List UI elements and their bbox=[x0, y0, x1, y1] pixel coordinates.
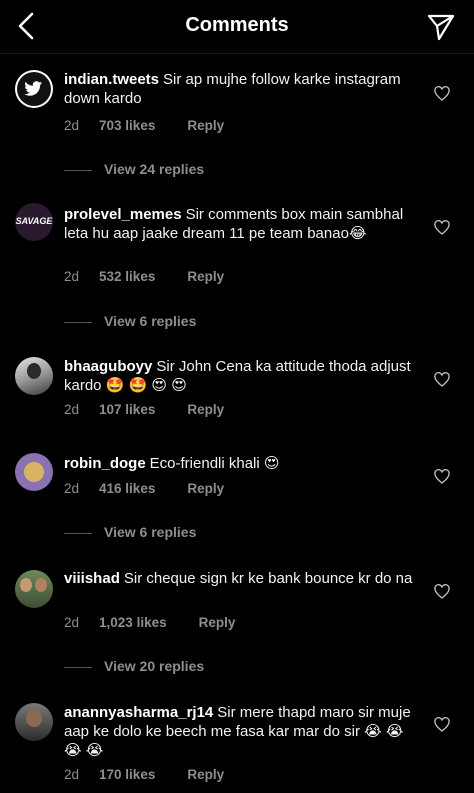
like-count[interactable]: 107 likes bbox=[99, 402, 155, 417]
avatar-logo-text: SAVAGE bbox=[15, 216, 53, 226]
like-heart-icon[interactable] bbox=[434, 220, 450, 236]
comment-text: viiishad Sir cheque sign kr ke bank bounc… bbox=[64, 569, 419, 588]
like-count[interactable]: 416 likes bbox=[99, 481, 155, 496]
view-replies-label: View 6 replies bbox=[104, 524, 197, 540]
avatar-figure bbox=[27, 363, 41, 379]
comment-age: 2d bbox=[64, 402, 80, 417]
like-count[interactable]: 1,023 likes bbox=[99, 615, 167, 630]
comment-text: bhaaguboyy Sir John Cena ka attitude thod… bbox=[64, 357, 419, 395]
comment-emojis: 😍 bbox=[263, 455, 280, 472]
doge-avatar[interactable] bbox=[15, 453, 53, 491]
like-count[interactable]: 703 likes bbox=[99, 118, 155, 133]
divider bbox=[64, 321, 92, 323]
view-replies-label: View 24 replies bbox=[104, 161, 205, 177]
comment-age: 2d bbox=[64, 118, 80, 133]
view-replies-button[interactable]: View 20 replies bbox=[64, 658, 204, 674]
view-replies-button[interactable]: View 6 replies bbox=[64, 313, 196, 329]
comment-body: Eco-friendli khali bbox=[149, 455, 260, 472]
avatar-figure bbox=[26, 709, 42, 727]
avatar-figure bbox=[24, 462, 44, 482]
view-replies-label: View 20 replies bbox=[104, 658, 205, 674]
savage-logo-avatar[interactable]: SAVAGE bbox=[15, 203, 53, 241]
comment-emojis: 😂 bbox=[348, 225, 367, 242]
reply-button[interactable]: Reply bbox=[187, 481, 224, 496]
comment-text: robin_doge Eco-friendli khali 😍 bbox=[64, 454, 419, 473]
comment-username[interactable]: prolevel_memes bbox=[64, 206, 182, 223]
header: Comments bbox=[0, 0, 474, 54]
comment-username[interactable]: indian.tweets bbox=[64, 71, 159, 88]
like-heart-icon[interactable] bbox=[434, 717, 450, 733]
comment-text: anannyasharma_rj14 Sir mere thapd maro si… bbox=[64, 703, 419, 760]
comment-text: indian.tweets Sir ap mujhe follow karke i… bbox=[64, 70, 419, 108]
divider bbox=[64, 532, 92, 534]
reply-button[interactable]: Reply bbox=[187, 118, 224, 133]
comment-username[interactable]: viiishad bbox=[64, 570, 120, 587]
comment-meta: 2d 1,023 likes Reply bbox=[64, 615, 267, 630]
comment-emojis: 🤩 🤩 😍 😍 bbox=[105, 377, 187, 394]
avatar-figure bbox=[35, 578, 47, 592]
comment-age: 2d bbox=[64, 767, 80, 782]
comment-meta: 2d 170 likes Reply bbox=[64, 767, 256, 782]
comment-age: 2d bbox=[64, 615, 80, 630]
comment-body: Sir cheque sign kr ke bank bounce kr do … bbox=[123, 570, 413, 587]
photo-avatar[interactable] bbox=[15, 570, 53, 608]
view-replies-button[interactable]: View 6 replies bbox=[64, 524, 196, 540]
reply-button[interactable]: Reply bbox=[187, 269, 224, 284]
reply-button[interactable]: Reply bbox=[187, 402, 224, 417]
like-heart-icon[interactable] bbox=[434, 469, 450, 485]
like-count[interactable]: 532 likes bbox=[99, 269, 155, 284]
divider bbox=[64, 666, 92, 668]
twitter-bird-avatar[interactable] bbox=[15, 70, 53, 108]
like-heart-icon[interactable] bbox=[434, 584, 450, 600]
send-icon[interactable] bbox=[426, 12, 456, 42]
like-heart-icon[interactable] bbox=[434, 372, 450, 388]
comment-meta: 2d 703 likes Reply bbox=[64, 118, 256, 133]
divider bbox=[64, 169, 92, 171]
comment-text: prolevel_memes Sir comments box main samb… bbox=[64, 205, 419, 243]
view-replies-button[interactable]: View 24 replies bbox=[64, 161, 204, 177]
reply-button[interactable]: Reply bbox=[187, 767, 224, 782]
avatar-figure bbox=[20, 578, 32, 592]
comment-age: 2d bbox=[64, 481, 80, 496]
comment-meta: 2d 416 likes Reply bbox=[64, 481, 256, 496]
like-count[interactable]: 170 likes bbox=[99, 767, 155, 782]
comment-username[interactable]: anannyasharma_rj14 bbox=[64, 704, 213, 721]
photo-avatar[interactable] bbox=[15, 357, 53, 395]
comment-age: 2d bbox=[64, 269, 80, 284]
page-title: Comments bbox=[185, 14, 289, 36]
comment-meta: 2d 532 likes Reply bbox=[64, 269, 256, 284]
comment-username[interactable]: bhaaguboyy bbox=[64, 358, 152, 375]
like-heart-icon[interactable] bbox=[434, 86, 450, 102]
comment-meta: 2d 107 likes Reply bbox=[64, 402, 256, 417]
comment-username[interactable]: robin_doge bbox=[64, 455, 146, 472]
view-replies-label: View 6 replies bbox=[104, 313, 197, 329]
photo-avatar[interactable] bbox=[15, 703, 53, 741]
reply-button[interactable]: Reply bbox=[199, 615, 236, 630]
twitter-bird-icon bbox=[17, 72, 51, 106]
